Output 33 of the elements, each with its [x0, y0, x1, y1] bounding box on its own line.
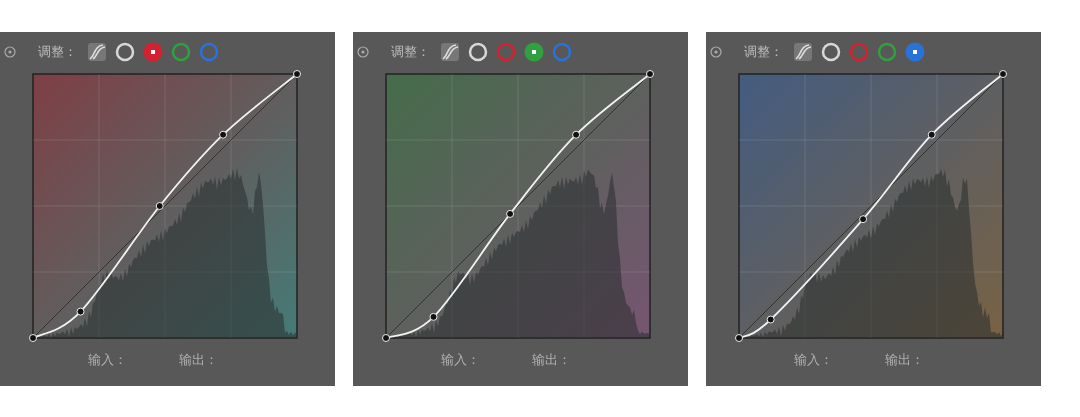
channel-button[interactable]	[143, 42, 163, 62]
point-curve-icon[interactable]	[440, 42, 460, 62]
curve-point[interactable]	[859, 215, 868, 224]
curve-point[interactable]	[735, 334, 743, 342]
curve-point[interactable]	[506, 209, 515, 218]
curve-point[interactable]	[76, 307, 85, 316]
target-icon[interactable]	[4, 46, 16, 58]
curve-point[interactable]	[927, 130, 936, 139]
adjust-label: 调整：	[391, 43, 430, 61]
adjust-label: 调整：	[38, 43, 77, 61]
point-curve-icon[interactable]	[793, 42, 813, 62]
target-icon[interactable]	[710, 46, 722, 58]
point-curve-icon[interactable]	[87, 42, 107, 62]
curve-point[interactable]	[572, 130, 581, 139]
output-label: 输出：	[532, 351, 571, 369]
curve-point[interactable]	[293, 70, 301, 78]
curve-point[interactable]	[29, 334, 37, 342]
curve-point[interactable]	[219, 130, 228, 139]
output-label: 输出：	[179, 351, 218, 369]
channel-button[interactable]	[524, 42, 544, 62]
adjust-label: 调整：	[744, 43, 783, 61]
curve-point[interactable]	[999, 70, 1007, 78]
curve-point[interactable]	[646, 70, 654, 78]
input-label: 输入：	[441, 351, 480, 369]
input-label: 输入：	[88, 351, 127, 369]
curve-point[interactable]	[429, 312, 438, 321]
curve-point[interactable]	[766, 315, 775, 324]
output-label: 输出：	[885, 351, 924, 369]
channel-button[interactable]	[905, 42, 925, 62]
curve-point[interactable]	[382, 334, 390, 342]
input-label: 输入：	[794, 351, 833, 369]
curve-point[interactable]	[155, 202, 164, 210]
target-icon[interactable]	[357, 46, 369, 58]
